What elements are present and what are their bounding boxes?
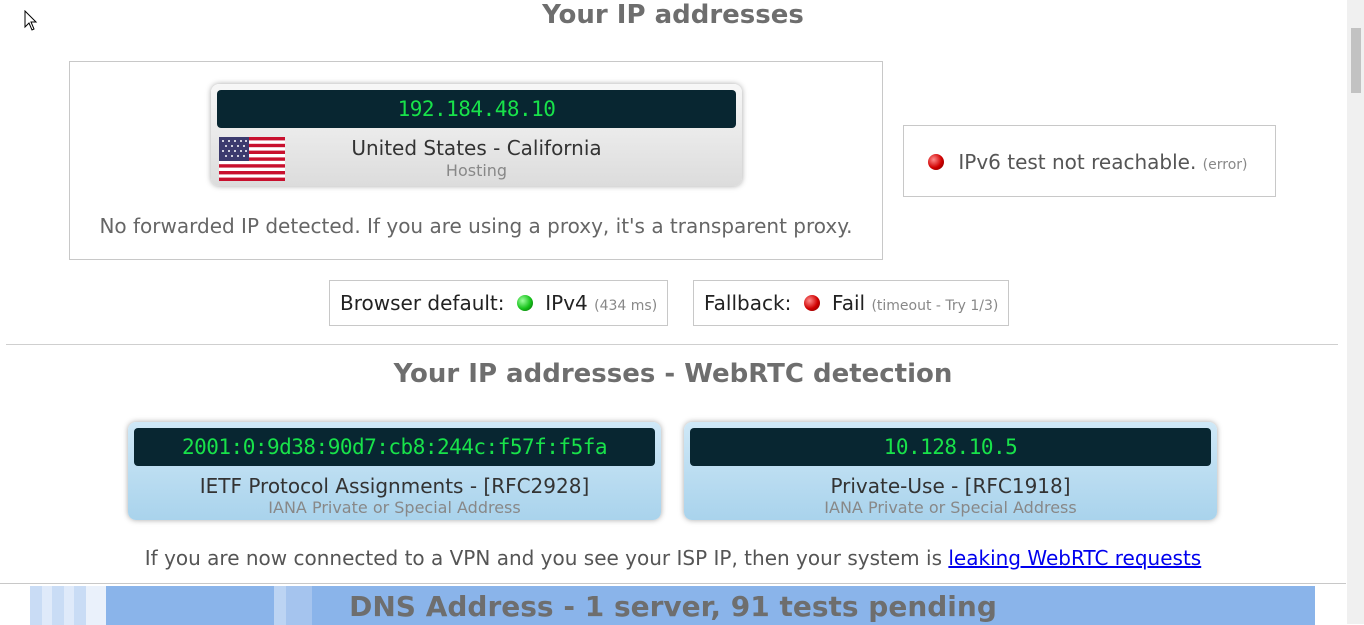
vertical-scrollbar[interactable]: [1347, 0, 1364, 624]
ipv4-address: 192.184.48.10: [217, 90, 736, 128]
webrtc-ip-name: Private-Use - [RFC1918]: [830, 474, 1071, 498]
ipv4-panel: 192.184.48.10 United States - California…: [69, 61, 883, 260]
webrtc-ip-address: 10.128.10.5: [690, 428, 1211, 466]
browser-default-label: Browser default:: [340, 291, 505, 315]
browser-default-value: IPv4: [545, 291, 588, 315]
webrtc-ip-address: 2001:0:9d38:90d7:cb8:244c:f57f:f5fa: [134, 428, 655, 466]
ipv4-card: 192.184.48.10 United States - California…: [211, 84, 742, 186]
browser-default-status-icon: [516, 295, 533, 311]
webrtc-leak-text: If you are now connected to a VPN and yo…: [144, 546, 943, 570]
fallback-label: Fallback:: [704, 291, 792, 315]
webrtc-leak-link[interactable]: leaking WebRTC requests: [948, 546, 1201, 570]
webrtc-card: 2001:0:9d38:90d7:cb8:244c:f57f:f5fa IETF…: [128, 422, 661, 520]
fallback-value: Fail: [832, 291, 866, 315]
ipv6-status-icon: [928, 154, 944, 170]
ipv6-status-detail: (error): [1202, 157, 1248, 173]
page-title: Your IP addresses: [542, 0, 804, 30]
fallback-detail: (timeout - Try 1/3): [871, 298, 999, 314]
ipv4-type: Hosting: [445, 161, 508, 180]
scrollbar-thumb[interactable]: [1351, 28, 1361, 93]
ipv6-status-text: IPv6 test not reachable.: [958, 150, 1197, 174]
webrtc-leak-note: If you are now connected to a VPN and yo…: [0, 546, 1346, 570]
ipv4-location: United States - California: [351, 136, 602, 160]
browser-default-detail: (434 ms): [594, 298, 658, 314]
dns-section: DNS Address - 1 server, 91 tests pending: [0, 583, 1346, 625]
webrtc-ip-sub: IANA Private or Special Address: [268, 498, 521, 517]
webrtc-card: 10.128.10.5 Private-Use - [RFC1918] IANA…: [684, 422, 1217, 520]
browser-default-pill: Browser default: IPv4 (434 ms): [329, 280, 669, 326]
fallback-pill: Fallback: Fail (timeout - Try 1/3): [693, 280, 1010, 326]
ipv6-panel: IPv6 test not reachable. (error): [903, 125, 1276, 197]
webrtc-ip-name: IETF Protocol Assignments - [RFC2928]: [199, 474, 590, 498]
section-divider: [6, 344, 1338, 345]
dns-title: DNS Address - 1 server, 91 tests pending: [349, 590, 997, 623]
fallback-status-icon: [803, 295, 820, 311]
webrtc-title: Your IP addresses - WebRTC detection: [393, 359, 953, 389]
webrtc-ip-sub: IANA Private or Special Address: [824, 498, 1077, 517]
forwarded-ip-note: No forwarded IP detected. If you are usi…: [99, 214, 853, 238]
